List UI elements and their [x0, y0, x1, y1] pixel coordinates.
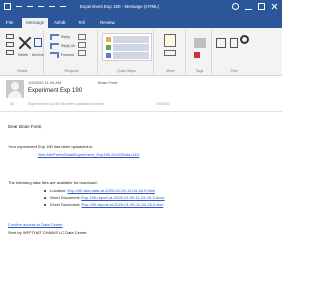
group-quick-steps: Quick Steps [100, 30, 154, 74]
forward-icon[interactable] [50, 52, 59, 58]
quick-step-1-icon [106, 37, 111, 42]
group-label-move: Move [166, 69, 175, 73]
customize-toolbar-icon[interactable] [60, 6, 66, 7]
flag-icon[interactable] [194, 52, 200, 58]
message-subject: Experiment Exp 190 [28, 88, 83, 94]
message-header: 1/9/2020 11:04 AM Brian Forte Experiment… [0, 76, 282, 112]
file-label: Word Document: [50, 195, 81, 200]
greeting: Dear Brian Forte, [8, 124, 43, 129]
meeting-icon[interactable] [78, 34, 86, 40]
group-label-delete: Delete [17, 69, 28, 73]
move-icon[interactable] [164, 34, 176, 47]
quick-step-2-icon [106, 45, 111, 50]
next-icon[interactable] [49, 6, 55, 7]
window-controls [232, 3, 278, 10]
group-find: Find [214, 30, 254, 74]
zoom-icon[interactable] [230, 38, 238, 48]
message-to-label: To [10, 102, 14, 106]
message-from[interactable]: Brian Forte [98, 80, 118, 85]
group-label-tags: Tags [195, 69, 204, 73]
group-respond: Reply Reply All Forward Respond [46, 30, 98, 74]
experiment-link[interactable]: See-Me/Prefix/Data/Experiment_Exp190-20-… [38, 152, 139, 157]
message-date: 1/9/2020 11:04 AM [28, 80, 62, 85]
reply-all-button[interactable]: Reply All [61, 44, 75, 48]
archive-icon[interactable] [34, 38, 42, 47]
file-label: Excel Document: [50, 202, 81, 207]
reply-all-icon[interactable] [50, 43, 59, 49]
group-tags: Tags [188, 30, 212, 74]
redo-icon[interactable] [27, 6, 33, 7]
bullet-icon [44, 203, 46, 206]
quick-step-1[interactable] [113, 36, 149, 43]
forward-button[interactable]: Forward [61, 53, 74, 57]
message-body: Dear Brian Forte, Your experiment Exp 19… [0, 112, 282, 286]
archive-button-label[interactable]: Archive [32, 53, 44, 57]
reply-icon[interactable] [50, 34, 59, 40]
quick-step-3-icon [106, 53, 111, 58]
title-bar: Experiment Exp 190 - Message (HTML) [0, 0, 282, 16]
group-delete: Delete Archive Delete [2, 30, 44, 74]
available-text: The following data files are available f… [8, 180, 98, 185]
ribbon: Delete Archive Delete Reply Reply All Fo… [0, 28, 282, 76]
ignore-icon[interactable] [6, 34, 14, 39]
ribbon-tabs: File Message Ashdt Tell Review [0, 16, 282, 28]
bullet-icon [44, 196, 46, 199]
im-icon[interactable] [78, 42, 86, 48]
file-link[interactable]: Exp-190-report-at-2020-01-09-11-04-18-0.… [81, 195, 164, 200]
tab-message[interactable]: Message [22, 18, 48, 28]
cleanup-icon[interactable] [6, 42, 14, 47]
save-icon[interactable] [4, 3, 11, 10]
quick-step-3[interactable] [113, 52, 149, 59]
delete-icon[interactable] [18, 36, 32, 50]
tab-file[interactable]: File [2, 18, 18, 28]
reply-button[interactable]: Reply [61, 35, 70, 39]
group-label-respond: Respond [64, 69, 79, 73]
tab-review[interactable]: Review [96, 18, 124, 28]
quick-step-2[interactable] [113, 44, 149, 51]
quick-steps-gallery[interactable] [102, 33, 152, 61]
confirm-access-link[interactable]: Confirm access to Data Center [8, 222, 63, 227]
close-button[interactable] [271, 3, 278, 10]
search-icon[interactable] [240, 35, 249, 44]
undo-icon[interactable] [16, 6, 22, 7]
rules-icon[interactable] [164, 50, 176, 56]
translate-icon[interactable] [216, 38, 226, 48]
tag-icon[interactable] [194, 38, 206, 48]
message-received-time: 1/9/2020 [156, 102, 170, 106]
file-item: Excel Document: Exp-190-report-at-2020-0… [44, 202, 163, 207]
group-move: Move [156, 30, 186, 74]
maximize-button[interactable] [258, 3, 265, 10]
junk-icon[interactable] [6, 50, 14, 55]
previous-icon[interactable] [38, 6, 44, 7]
file-item: Word Document: Exp-190-report-at-2020-01… [44, 195, 165, 200]
window-title: Experiment Exp 190 - Message (HTML) [80, 4, 160, 9]
delete-button-label[interactable]: Delete [18, 53, 28, 57]
minimize-button[interactable] [245, 3, 252, 10]
tab-ashdt[interactable]: Ashdt [50, 18, 72, 28]
file-link[interactable]: Exp-190-raw-data-at-2020-01-09-11-04-18-… [67, 188, 155, 193]
help-icon[interactable] [232, 3, 239, 10]
sent-by-text: Sent by INFFTHAT CHAINS LC Data Center [8, 230, 87, 235]
message-preview: Experiment Exp 190 has been uploaded to … [28, 102, 104, 106]
more-icon[interactable] [78, 50, 86, 56]
bullet-icon [44, 189, 46, 192]
ready-text: Your experiment Exp 190 has been uploade… [8, 144, 93, 149]
group-label-quick-steps: Quick Steps [117, 69, 136, 73]
avatar [6, 80, 24, 98]
tab-tell[interactable]: Tell [74, 18, 94, 28]
file-item: Location: Exp-190-raw-data-at-2020-01-09… [44, 188, 155, 193]
quick-access-toolbar [4, 3, 66, 10]
file-link[interactable]: Exp-190-report-at-2020-01-09-11-04-18-0.… [81, 202, 163, 207]
file-label: Location: [50, 188, 67, 193]
group-label-find: Find [230, 69, 238, 73]
